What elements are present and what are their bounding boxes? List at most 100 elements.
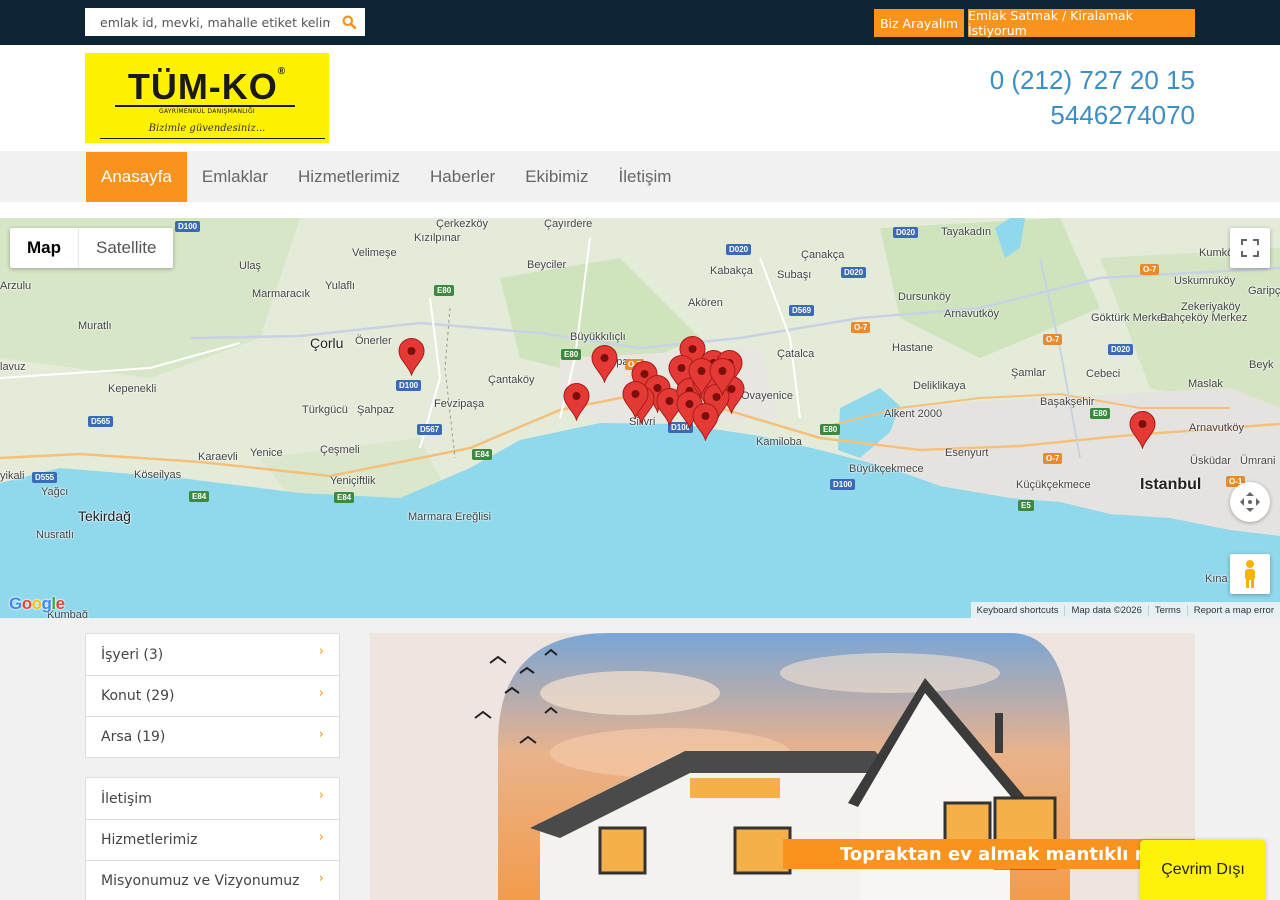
chevron-right-icon: › (318, 788, 324, 803)
map-marker-icon[interactable] (591, 345, 618, 383)
category-item-label: Arsa (19) (101, 729, 166, 745)
road-shield: D020 (726, 244, 752, 255)
map-marker-icon[interactable] (622, 381, 649, 419)
map-data-text: Map data ©2026 (1064, 604, 1147, 616)
map-type-satellite-button[interactable]: Satellite (79, 228, 173, 268)
logo-divider (115, 105, 295, 107)
map-place-label: Marmara Ereğlisi (408, 511, 492, 523)
chevron-right-icon: › (318, 686, 324, 701)
terms-link[interactable]: Terms (1147, 604, 1187, 616)
map-attribution: Keyboard shortcuts Map data ©2026 Terms … (970, 602, 1280, 618)
map-place-label: Çantaköy (488, 374, 535, 386)
map-place-label: lavuz (0, 361, 26, 373)
map-place-label: Ovayenice (741, 390, 793, 402)
road-shield: D555 (32, 472, 58, 483)
top-bar: Biz Arayalım Emlak Satmak / Kiralamak İs… (0, 0, 1280, 45)
call-me-button[interactable]: Biz Arayalım (874, 9, 964, 37)
nav-item[interactable]: Emlaklar (187, 152, 283, 202)
map-place-label: Önerler (355, 335, 392, 347)
map-place-label: Bahçeköy Merkez (1160, 312, 1248, 324)
nav-item[interactable]: Haberler (415, 152, 510, 202)
category-item[interactable]: Konut (29) › (86, 675, 339, 716)
live-chat-widget[interactable]: Çevrim Dışı (1140, 840, 1266, 900)
chevron-right-icon: › (318, 644, 324, 659)
map-marker-icon[interactable] (1129, 411, 1156, 449)
search-icon[interactable] (342, 15, 356, 29)
page-link-item[interactable]: Misyonumuz ve Vizyonumuz › (86, 860, 339, 900)
phone-landline[interactable]: 0 (212) 727 20 15 (990, 65, 1195, 96)
map-place-label: Arnavutköy (1189, 422, 1245, 434)
road-shield: E84 (334, 492, 355, 503)
map-place-label: Cebeci (1086, 368, 1121, 380)
report-error-link[interactable]: Report a map error (1186, 604, 1280, 616)
phone-mobile[interactable]: 5446274070 (1050, 100, 1195, 131)
map-marker-icon[interactable] (398, 338, 425, 376)
road-shield: O-7 (851, 322, 871, 333)
fullscreen-icon[interactable] (1230, 228, 1270, 268)
keyboard-shortcuts-link[interactable]: Keyboard shortcuts (971, 605, 1065, 616)
nav-spacer (0, 202, 1280, 218)
site-logo[interactable]: TÜM-KO® GAYRİMENKUL DANIŞMANLIĞI Bizimle… (85, 53, 329, 143)
map-place-label: yikali (0, 470, 25, 482)
map-place-label: Kabakça (710, 265, 753, 277)
road-shield: D565 (88, 416, 114, 427)
map-place-label: Çerkezköy (436, 218, 488, 230)
street-view-pegman-icon[interactable] (1230, 554, 1270, 594)
map-type-map-button[interactable]: Map (10, 228, 79, 268)
map-marker-icon[interactable] (692, 403, 719, 441)
nav-item[interactable]: Anasayfa (86, 152, 187, 202)
map-place-label: Karaevli (198, 451, 238, 463)
map-place-label: Hastane (892, 342, 933, 354)
property-map[interactable]: Çerkezköy Çayırdere Kızılpınar Velimeşe Ulaş… (0, 218, 1280, 618)
road-shield: E80 (434, 285, 455, 296)
nav-item[interactable]: Ekibimiz (510, 152, 603, 202)
map-place-label: Arzulu (0, 280, 32, 292)
logo-brand: TÜM-KO® (127, 66, 287, 107)
map-marker-icon[interactable] (709, 358, 736, 396)
google-logo: Google (9, 594, 65, 613)
map-place-label: Çayırdere (544, 218, 593, 230)
page-link-item-label: Hizmetlerimiz (101, 832, 198, 848)
map-place-label: Deliklikaya (913, 380, 966, 392)
map-place-label: Yulaflı (325, 280, 355, 292)
category-item[interactable]: Arsa (19) › (86, 716, 339, 757)
logo-slogan: Bizimle güvendesiniz... (148, 123, 266, 134)
camera-control-icon[interactable] (1230, 482, 1270, 522)
nav-item[interactable]: İletişim (604, 152, 687, 202)
map-place-label: Velimeşe (352, 247, 397, 259)
map-place-label: Istanbul (1140, 476, 1202, 493)
map-place-label: Başakşehir (1040, 396, 1095, 408)
map-place-label: Çorlu (310, 335, 344, 351)
map-place-label: Yenice (250, 447, 283, 459)
map-place-label: Çatalca (777, 348, 815, 360)
page-link-item[interactable]: Hizmetlerimiz › (86, 819, 339, 860)
category-item[interactable]: İşyeri (3) › (86, 634, 339, 675)
category-item-label: Konut (29) (101, 688, 175, 704)
map-place-label: Arnavutköy (944, 308, 1000, 320)
map-marker-icon[interactable] (563, 383, 590, 421)
map-place-label: Nusratlı (36, 529, 74, 541)
map-place-label: Şamlar (1011, 367, 1046, 379)
map-place-label: Yağcı (41, 486, 69, 498)
main-nav: Anasayfa Emlaklar Hizmetlerimiz Haberler Eki… (0, 151, 1280, 202)
road-shield: D020 (893, 227, 919, 238)
banner-caption[interactable]: Topraktan ev almak mantıklı mı? (783, 839, 1195, 869)
road-shield: E80 (820, 424, 841, 435)
chevron-right-icon: › (318, 830, 324, 845)
road-shield: D100 (175, 221, 201, 232)
map-place-label: Alkent 2000 (884, 408, 943, 420)
sell-rent-button[interactable]: Emlak Satmak / Kiralamak İstiyorum (968, 8, 1195, 38)
road-shield: E80 (1090, 408, 1111, 419)
map-place-label: Uskumruköy (1174, 275, 1236, 287)
map-place-label: Ümrani (1240, 455, 1276, 467)
map-place-label: Üsküdar (1190, 455, 1231, 467)
road-shield: O-7 (1043, 453, 1063, 464)
search-input[interactable] (85, 9, 330, 35)
map-place-label: Beyciler (527, 259, 567, 271)
map-place-label: Subaşı (777, 269, 812, 281)
map-place-label: Kızılpınar (414, 232, 461, 244)
nav-item[interactable]: Hizmetlerimiz (283, 152, 415, 202)
page-link-item-label: Misyonumuz ve Vizyonumuz (101, 873, 300, 889)
page-link-item[interactable]: İletişim › (86, 778, 339, 819)
map-place-label: Küçükçekmece (1016, 479, 1091, 491)
